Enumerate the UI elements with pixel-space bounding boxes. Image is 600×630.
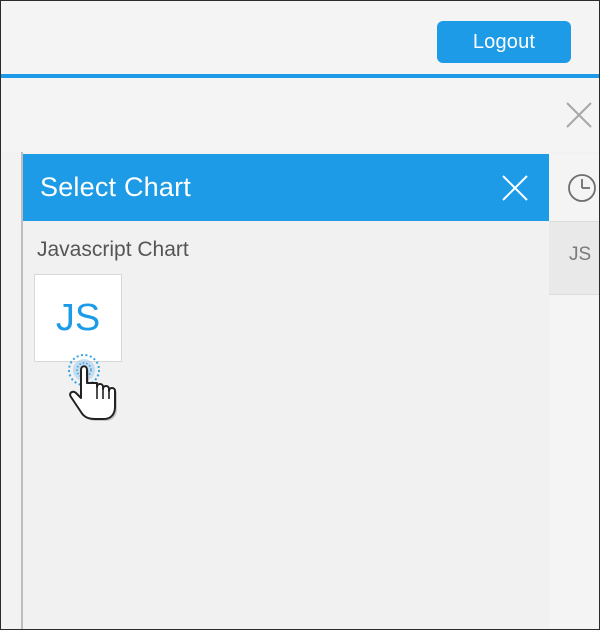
clock-icon (568, 174, 596, 202)
top-header: Logout (1, 1, 599, 74)
section-label-javascript-chart: Javascript Chart (37, 238, 189, 261)
close-icon[interactable] (561, 97, 597, 133)
rail-clock-tab[interactable] (549, 154, 599, 221)
close-icon[interactable] (499, 172, 531, 204)
javascript-chart-tile[interactable]: JS (34, 274, 122, 362)
app-window: Logout Select Chart Javascript Chart JS (0, 0, 600, 630)
logout-button[interactable]: Logout (437, 21, 571, 63)
panel-title: Select Chart (40, 172, 191, 202)
select-chart-panel: Select Chart Javascript Chart JS (23, 154, 549, 629)
rail-tab-js[interactable]: JS (549, 221, 599, 295)
panel-header: Select Chart (23, 154, 549, 221)
rail-tab-js-label: JS (569, 244, 592, 265)
sub-header (1, 78, 599, 152)
js-tile-label: JS (55, 297, 101, 339)
right-rail: JS (549, 154, 599, 629)
